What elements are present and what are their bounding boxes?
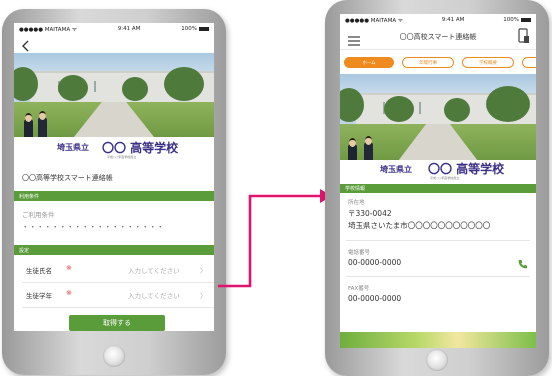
field-placeholder: 入力してください [128,292,180,300]
student-grade-field[interactable]: 生徒学年 ※ 入力してください 〉 [14,284,214,306]
carrier-text: ●●●●● MAITAMA ᯤ [19,27,77,33]
student-name-field[interactable]: 生徒氏名 ※ 入力してください 〉 [14,259,214,281]
right-phone-screen: ●●●●● MAITAMA ᯤ 9:41 AM 100% 〇〇高校スマート連絡帳… [340,14,536,348]
terms-label: ご利用条件 [22,211,55,219]
device-icon[interactable] [518,28,530,44]
address-label: 所在地 [348,200,365,206]
field-label: 生徒学年 [26,292,52,300]
field-placeholder: 入力してください [128,267,180,275]
info-section-header: 学校情報 [340,184,536,193]
flow-arrow [218,189,332,288]
header-title: 〇〇高校スマート連絡帳 [399,33,477,41]
fax-block: FAX番号 00-0000-0000 [348,284,401,303]
phone-call-icon[interactable] [518,254,528,269]
address-block: 所在地 〒330-0042 埼玉県さいたま市〇〇〇〇〇〇〇〇〇〇〇 [348,198,490,231]
chevron-right-icon: 〉 [200,292,207,300]
school-logo: 埼玉県立 〇〇 高等学校 平成○○年度学校創立 [340,160,536,182]
tab-school-overview[interactable]: 学校概要 [462,57,514,68]
tab-annual-events[interactable]: 年間行事 [402,57,454,68]
divider [346,276,530,277]
home-button[interactable] [426,349,448,371]
status-bar: ●●●●● MAITAMA ᯤ 9:41 AM 100% [14,23,214,35]
time-text: 9:41 AM [117,26,141,32]
submit-button[interactable]: 取得する [69,315,165,331]
established-text: 平成○○年度学校創立 [107,155,137,159]
settings-section-header: 設定 [14,245,214,255]
battery-indicator: 100% [503,17,531,23]
phone-label: 電話番号 [348,250,371,256]
divider [22,282,214,283]
app-title: 〇〇高等学校スマート連絡帳 [22,174,113,182]
left-phone-frame: ●●●●● MAITAMA ᯤ 9:41 AM 100% 埼玉県立 〇〇 高等学… [2,9,226,375]
school-name: 〇〇 高等学校 [428,162,505,176]
time-text: 9:41 AM [441,17,465,23]
field-label: 生徒氏名 [26,267,52,275]
divider [22,307,214,308]
battery-indicator: 100% [181,26,209,32]
address-text: 埼玉県さいたま市〇〇〇〇〇〇〇〇〇〇〇 [348,221,491,230]
left-phone-screen: ●●●●● MAITAMA ᯤ 9:41 AM 100% 埼玉県立 〇〇 高等学… [14,23,214,331]
required-mark: ※ [66,264,72,272]
prefecture-text: 埼玉県立 [57,142,89,152]
required-mark: ※ [66,289,72,297]
carrier-text: ●●●●● MAITAMA ᯤ [345,18,403,24]
battery-icon [198,26,209,31]
phone-block[interactable]: 電話番号 00-0000-0000 [348,248,528,269]
established-text: 平成○○年度学校創立 [430,176,460,180]
fax-number: 00-0000-0000 [348,294,402,303]
school-logo: 埼玉県立 〇〇 高等学校 平成○○年度学校創立 [14,137,214,163]
header-divider [340,49,536,50]
prefecture-text: 埼玉県立 [380,164,412,174]
school-name: 〇〇 高等学校 [102,141,179,155]
right-phone-frame: ●●●●● MAITAMA ᯤ 9:41 AM 100% 〇〇高校スマート連絡帳… [325,0,549,376]
phone-number: 00-0000-0000 [348,258,402,267]
tab-more[interactable] [522,57,536,68]
home-button[interactable] [103,345,125,367]
footer-decoration [340,332,536,348]
fax-label: FAX番号 [348,286,370,292]
status-bar: ●●●●● MAITAMA ᯤ 9:41 AM 100% [340,14,536,26]
divider [346,240,530,241]
postal-code: 〒330-0042 [348,209,392,218]
battery-icon [520,17,531,22]
terms-dots: ・・・・・・・・・・・・・・・・・・・ [22,223,165,231]
back-icon[interactable] [21,37,31,52]
chevron-right-icon: 〉 [200,267,207,275]
terms-section-header: 利用条件 [14,191,214,201]
tab-home[interactable]: ホーム [344,57,394,68]
